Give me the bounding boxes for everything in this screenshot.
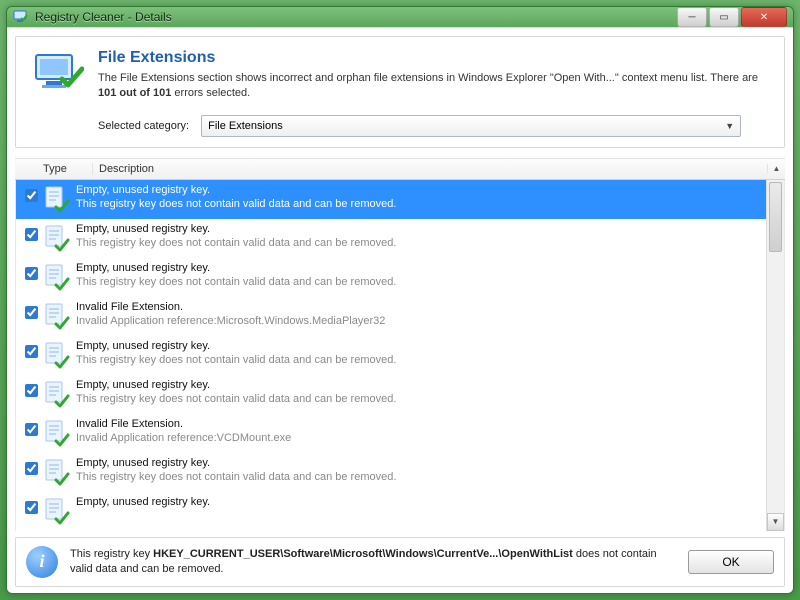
column-headers: Type Description ▲ (15, 158, 785, 180)
list-item[interactable]: Empty, unused registry key. (16, 492, 766, 531)
results-list[interactable]: Empty, unused registry key. This registry… (16, 180, 766, 531)
footer-pane: i This registry key HKEY_CURRENT_USER\So… (15, 537, 785, 587)
scrollbar-track[interactable] (767, 180, 784, 513)
category-value: File Extensions (208, 120, 283, 132)
row-detail: This registry key does not contain valid… (76, 276, 762, 288)
ok-button[interactable]: OK (688, 550, 774, 574)
header-pane: File Extensions The File Extensions sect… (15, 36, 785, 148)
file-icon (42, 378, 76, 410)
titlebar[interactable]: Registry Cleaner - Details ─ ▭ ✕ (7, 7, 793, 27)
row-checkbox-cell (20, 378, 42, 397)
row-detail: Invalid Application reference:VCDMount.e… (76, 432, 762, 444)
row-title: Invalid File Extension. (76, 418, 762, 430)
row-checkbox[interactable] (25, 423, 38, 436)
row-checkbox[interactable] (25, 345, 38, 358)
section-description: The File Extensions section shows incorr… (98, 71, 764, 101)
row-text: Invalid File Extension. Invalid Applicati… (76, 300, 762, 327)
row-detail: This registry key does not contain valid… (76, 393, 762, 405)
row-title: Empty, unused registry key. (76, 223, 762, 235)
column-type[interactable]: Type (41, 163, 93, 175)
row-detail: This registry key does not contain valid… (76, 354, 762, 366)
row-checkbox-cell (20, 300, 42, 319)
row-checkbox[interactable] (25, 462, 38, 475)
row-checkbox-cell (20, 183, 42, 202)
row-title: Empty, unused registry key. (76, 340, 762, 352)
row-text: Empty, unused registry key. This registry… (76, 222, 762, 249)
window-buttons: ─ ▭ ✕ (675, 7, 787, 27)
row-checkbox[interactable] (25, 306, 38, 319)
row-detail: Invalid Application reference:Microsoft.… (76, 315, 762, 327)
file-icon (42, 456, 76, 488)
category-label: Selected category: (98, 120, 189, 132)
row-checkbox-cell (20, 495, 42, 514)
section-icon (32, 49, 84, 97)
file-icon (42, 339, 76, 371)
row-title: Empty, unused registry key. (76, 379, 762, 391)
list-item[interactable]: Empty, unused registry key. This registry… (16, 375, 766, 414)
row-detail: This registry key does not contain valid… (76, 237, 762, 249)
row-title: Empty, unused registry key. (76, 262, 762, 274)
row-checkbox-cell (20, 456, 42, 475)
close-button[interactable]: ✕ (741, 7, 787, 27)
client-area: File Extensions The File Extensions sect… (7, 27, 793, 594)
minimize-button[interactable]: ─ (677, 7, 707, 27)
list-item[interactable]: Invalid File Extension. Invalid Applicati… (16, 414, 766, 453)
row-title: Empty, unused registry key. (76, 496, 762, 508)
row-checkbox[interactable] (25, 501, 38, 514)
list-item[interactable]: Empty, unused registry key. This registry… (16, 258, 766, 297)
category-select[interactable]: File Extensions ▼ (201, 115, 741, 137)
row-text: Empty, unused registry key. This registry… (76, 183, 762, 210)
row-checkbox-cell (20, 417, 42, 436)
window-title: Registry Cleaner - Details (35, 10, 675, 24)
section-heading: File Extensions (98, 49, 764, 67)
file-icon (42, 495, 76, 527)
row-checkbox[interactable] (25, 384, 38, 397)
row-checkbox[interactable] (25, 189, 38, 202)
scroll-up-header[interactable]: ▲ (767, 164, 785, 173)
scroll-down-button[interactable]: ▼ (767, 513, 784, 531)
scrollbar-thumb[interactable] (769, 182, 782, 252)
list-item[interactable]: Empty, unused registry key. This registry… (16, 453, 766, 492)
row-detail: This registry key does not contain valid… (76, 471, 762, 483)
file-icon (42, 222, 76, 254)
list-item[interactable]: Invalid File Extension. Invalid Applicati… (16, 297, 766, 336)
row-checkbox-cell (20, 261, 42, 280)
app-icon (13, 9, 29, 25)
info-icon: i (26, 546, 58, 578)
row-checkbox-cell (20, 222, 42, 241)
chevron-down-icon: ▼ (725, 121, 734, 131)
file-icon (42, 261, 76, 293)
row-checkbox[interactable] (25, 267, 38, 280)
row-checkbox-cell (20, 339, 42, 358)
file-icon (42, 183, 76, 215)
row-title: Empty, unused registry key. (76, 457, 762, 469)
footer-message: This registry key HKEY_CURRENT_USER\Soft… (70, 547, 676, 577)
row-detail: This registry key does not contain valid… (76, 198, 762, 210)
file-icon (42, 417, 76, 449)
row-checkbox[interactable] (25, 228, 38, 241)
row-text: Empty, unused registry key. This registry… (76, 456, 762, 483)
list-item[interactable]: Empty, unused registry key. This registry… (16, 336, 766, 375)
row-title: Invalid File Extension. (76, 301, 762, 313)
row-title: Empty, unused registry key. (76, 184, 762, 196)
row-text: Empty, unused registry key. (76, 495, 762, 510)
scrollbar[interactable]: ▼ (766, 180, 784, 531)
row-text: Invalid File Extension. Invalid Applicati… (76, 417, 762, 444)
list-item[interactable]: Empty, unused registry key. This registry… (16, 219, 766, 258)
row-text: Empty, unused registry key. This registry… (76, 378, 762, 405)
list-item[interactable]: Empty, unused registry key. This registry… (16, 180, 766, 219)
file-icon (42, 300, 76, 332)
row-text: Empty, unused registry key. This registry… (76, 261, 762, 288)
maximize-button[interactable]: ▭ (709, 7, 739, 27)
column-description[interactable]: Description (93, 163, 767, 175)
results-list-wrap: Empty, unused registry key. This registry… (15, 180, 785, 531)
window: Registry Cleaner - Details ─ ▭ ✕ (6, 6, 794, 594)
row-text: Empty, unused registry key. This registry… (76, 339, 762, 366)
